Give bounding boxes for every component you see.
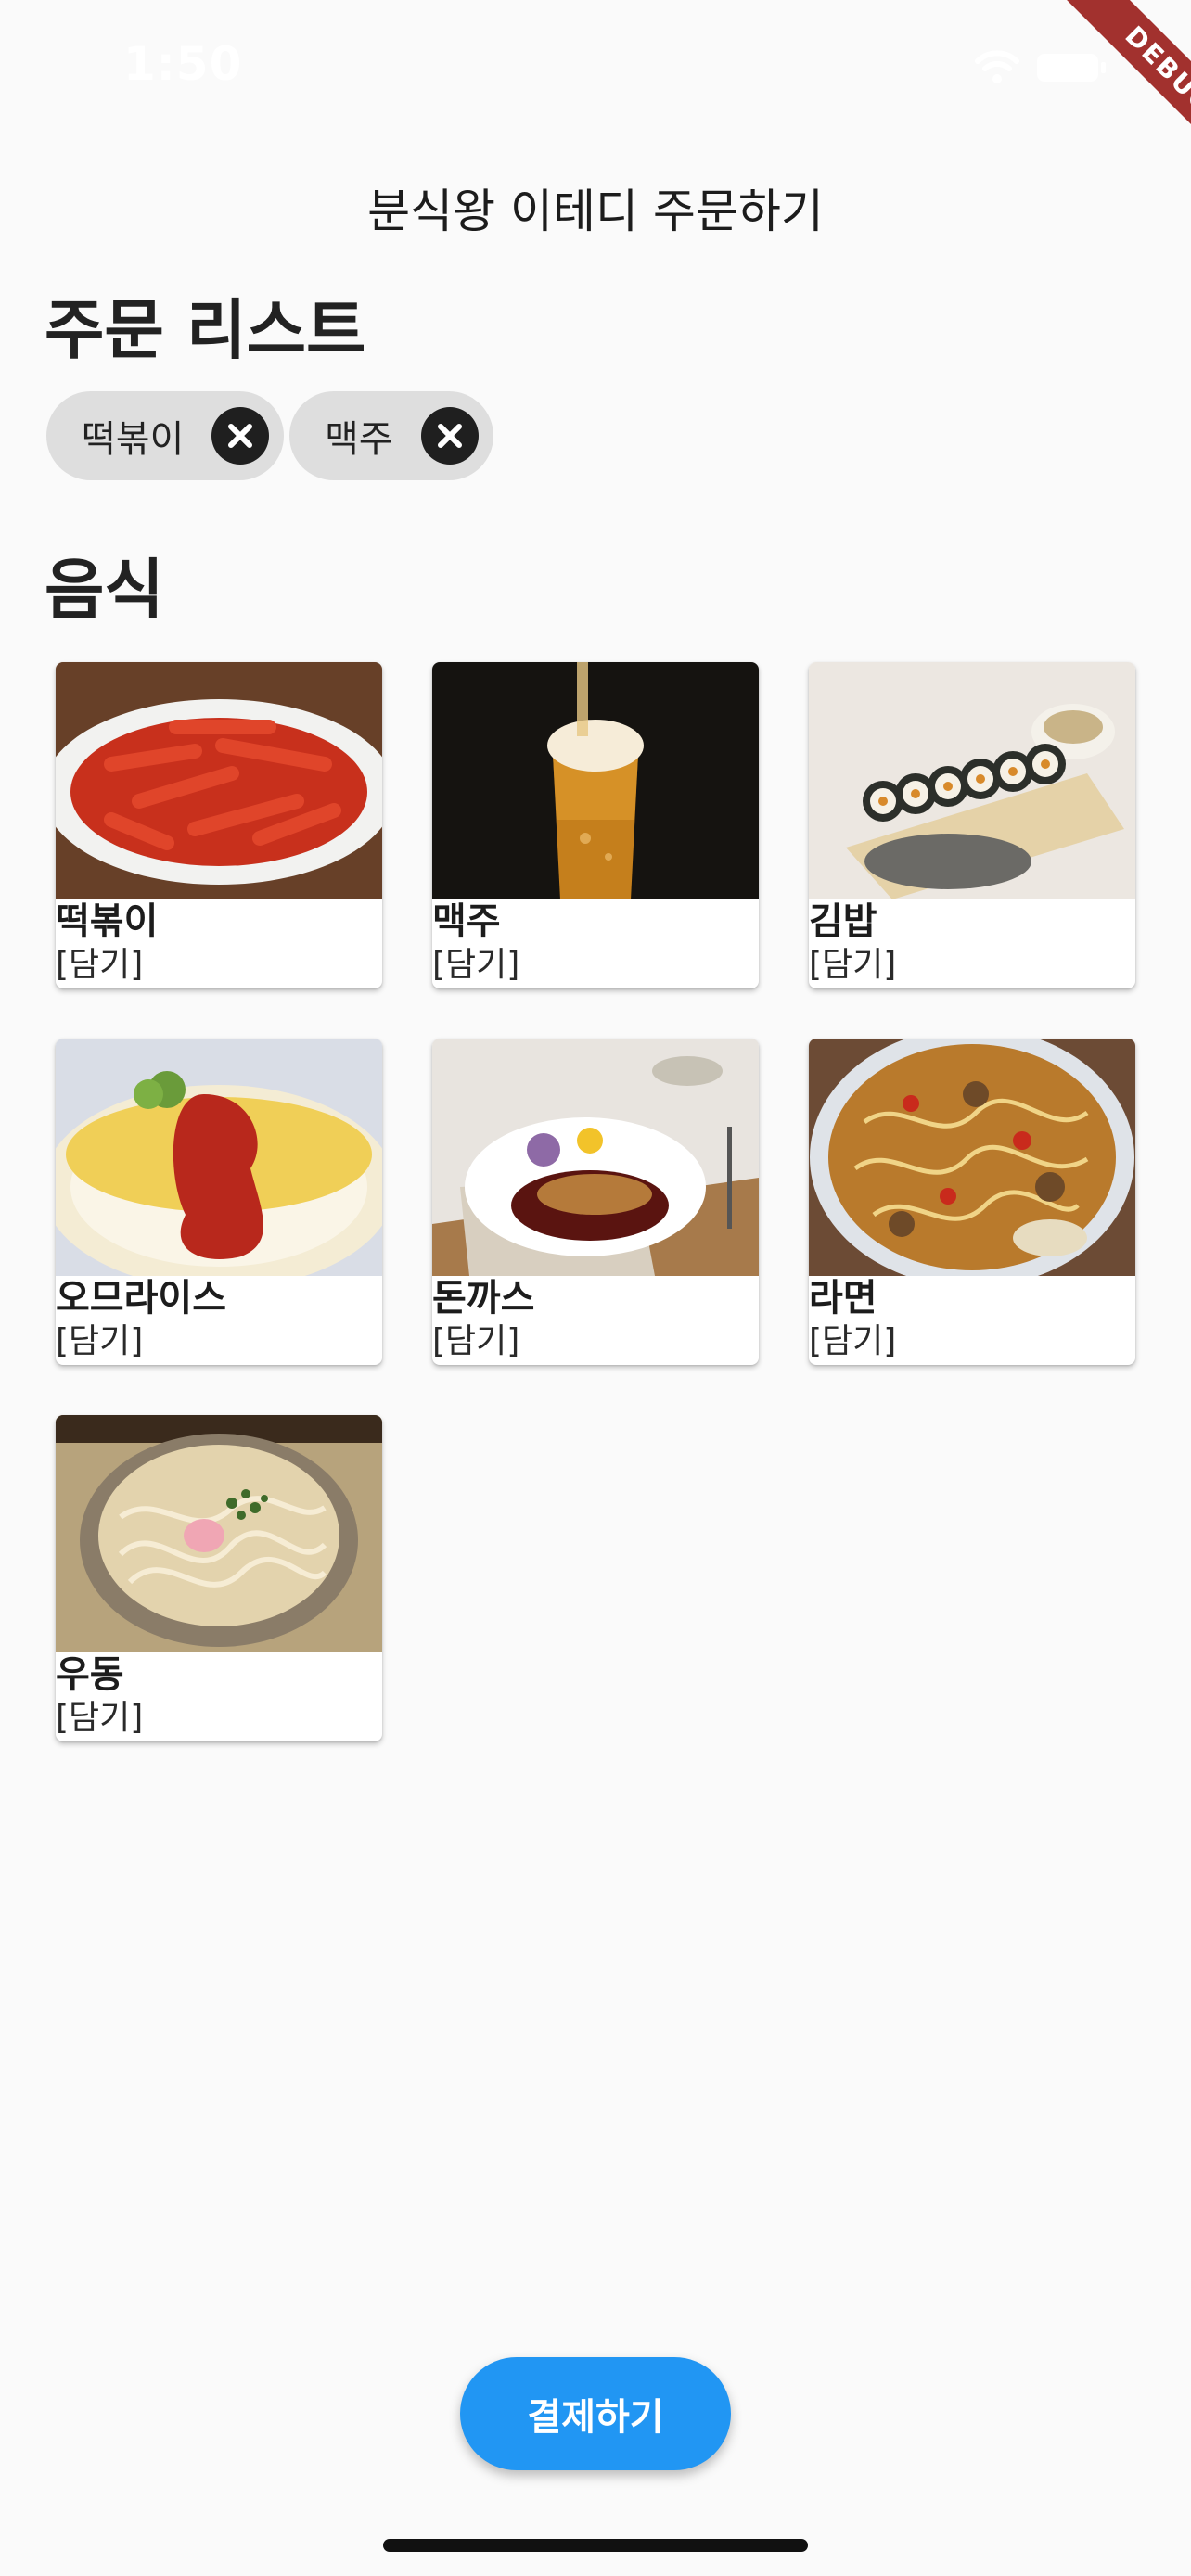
food-card-udon[interactable]: 우동 [담기] [56,1415,382,1741]
chip-label: 맥주 [325,418,393,461]
food-card-gimbap[interactable]: 김밥 [담기] [809,662,1135,988]
home-indicator[interactable] [383,2539,808,2552]
close-circle-icon[interactable] [421,407,479,465]
food-name: 떡볶이 [56,900,159,943]
food-name: 우동 [56,1653,124,1696]
omurice-image [56,1039,382,1276]
status-time: 1:50 [123,37,243,91]
order-chip-beer[interactable]: 맥주 [289,391,493,480]
debug-label: DEBUG [1054,0,1191,176]
page-title: 분식왕 이테디 주문하기 [367,185,824,238]
add-to-cart-label[interactable]: [담기] [809,946,896,985]
close-circle-icon[interactable] [211,407,269,465]
gimbap-image [809,662,1135,899]
beer-image [432,662,759,899]
add-to-cart-label[interactable]: [담기] [56,946,143,985]
add-to-cart-label[interactable]: [담기] [56,1699,143,1738]
food-heading: 음식 [45,552,164,628]
add-to-cart-label[interactable]: [담기] [56,1322,143,1361]
chip-label: 떡볶이 [82,418,185,461]
donkatsu-image [432,1039,759,1276]
food-card-ramen[interactable]: 라면 [담기] [809,1039,1135,1365]
food-name: 돈까스 [432,1277,535,1320]
food-name: 라면 [809,1277,877,1320]
food-name: 오므라이스 [56,1277,226,1320]
ramen-image [809,1039,1135,1276]
wifi-icon [975,50,1019,83]
tteokbokki-image [56,662,382,899]
add-to-cart-label[interactable]: [담기] [432,946,519,985]
food-card-beer[interactable]: 맥주 [담기] [432,662,759,988]
food-name: 김밥 [809,900,877,943]
add-to-cart-label[interactable]: [담기] [809,1322,896,1361]
add-to-cart-label[interactable]: [담기] [432,1322,519,1361]
checkout-button[interactable]: 결제하기 [460,2357,731,2470]
food-card-omurice[interactable]: 오므라이스 [담기] [56,1039,382,1365]
debug-banner: DEBUG [1015,0,1191,176]
order-list-heading: 주문 리스트 [45,292,366,368]
food-card-donkatsu[interactable]: 돈까스 [담기] [432,1039,759,1365]
food-name: 맥주 [432,900,501,943]
udon-image [56,1415,382,1652]
food-card-tteokbokki[interactable]: 떡볶이 [담기] [56,662,382,988]
order-chip-tteokbokki[interactable]: 떡볶이 [46,391,284,480]
